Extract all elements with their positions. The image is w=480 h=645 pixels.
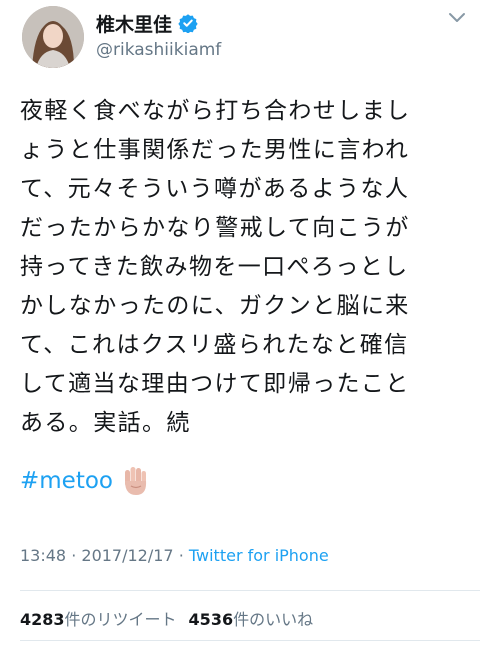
- tweet-line: して適当な理由つけて即帰ったこと: [20, 371, 410, 397]
- likes-stat[interactable]: 4536件のいいね: [189, 610, 314, 629]
- tweet-line: ある。実話。続: [20, 410, 191, 436]
- tweet-text: 夜軽く食べながら打ち合わせしまし ょうと仕事関係だった男性に言われ て、元々そう…: [20, 92, 460, 443]
- tweet-client-link[interactable]: Twitter for iPhone: [189, 546, 329, 565]
- user-handle[interactable]: @rikashiikiamf: [96, 40, 221, 60]
- display-name[interactable]: 椎木里佳: [96, 10, 172, 37]
- tweet-line: て、元々そういう噂があるような人: [20, 176, 410, 202]
- tweet-stats: 4283件のリツイート 4536件のいいね: [20, 606, 313, 630]
- likes-label: 件のいいね: [233, 610, 314, 629]
- user-name-row: 椎木里佳: [96, 10, 198, 36]
- likes-count: 4536: [188, 610, 234, 629]
- tweet-line: 持ってきた飲み物を一口ぺろっとし: [20, 254, 409, 280]
- tweet-line: かしなかったのに、ガクンと脳に来: [20, 293, 410, 319]
- retweets-count: 4283: [20, 610, 65, 629]
- avatar-image: [22, 6, 84, 68]
- retweets-stat[interactable]: 4283件のリツイート: [20, 610, 177, 629]
- tweet-date: 2017/12/17: [81, 546, 174, 565]
- tweet-line: 夜軽く食べながら打ち合わせしまし: [20, 98, 411, 124]
- avatar[interactable]: [22, 6, 84, 68]
- tweet-meta: 13:48 · 2017/12/17 · Twitter for iPhone: [20, 546, 329, 565]
- tweet-line: ょうと仕事関係だった男性に言われ: [20, 137, 410, 163]
- tweet-line: て、これはクスリ盛られたなと確信: [20, 332, 409, 358]
- retweets-label: 件のリツイート: [64, 610, 177, 629]
- divider: [20, 590, 480, 591]
- meta-separator: ·: [71, 546, 77, 565]
- verified-badge-icon: [178, 14, 198, 33]
- hashtag-row: #metoo: [20, 464, 151, 498]
- hashtag-link[interactable]: #metoo: [20, 468, 113, 494]
- tweet-time: 13:48: [20, 546, 67, 565]
- chevron-down-icon[interactable]: [448, 12, 466, 24]
- meta-separator: ·: [178, 546, 184, 565]
- divider: [20, 640, 480, 641]
- tweet-line: だったからかなり警戒して向こうが: [20, 215, 410, 241]
- raised-hand-emoji: [125, 467, 147, 495]
